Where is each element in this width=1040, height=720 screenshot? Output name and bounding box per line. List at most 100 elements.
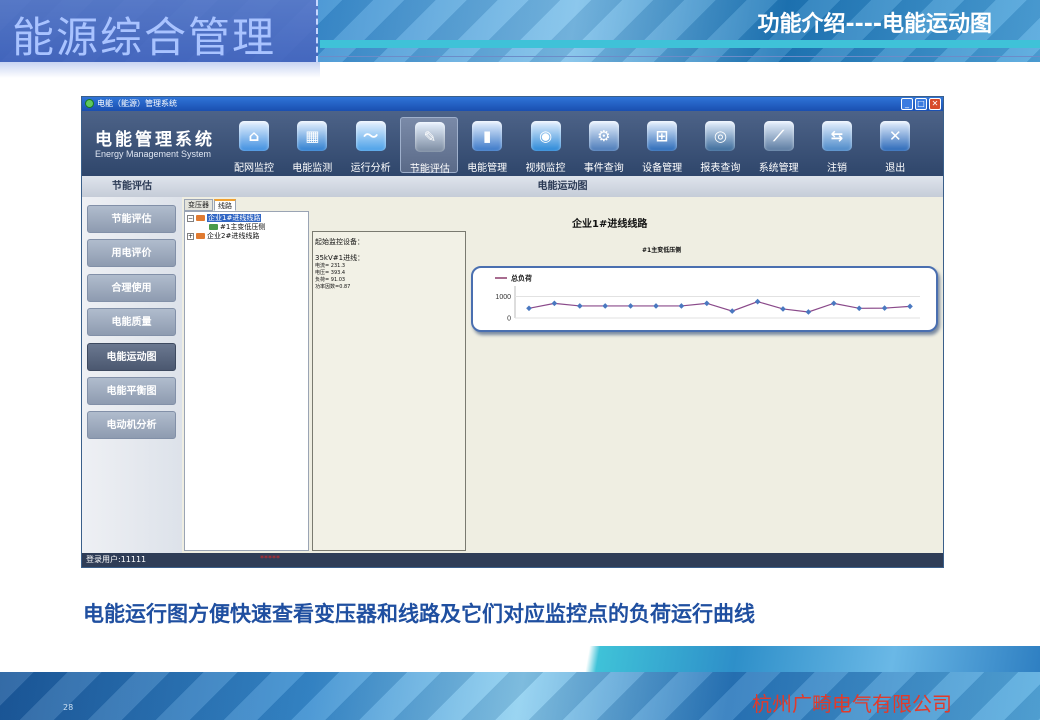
slide: 能源综合管理 功能介绍----电能运动图 电能（能源）管理系统 _ □ ✕ 电能… — [0, 0, 1040, 720]
tree-expander-icon[interactable]: − — [187, 214, 194, 222]
nav-label: 配网监控 — [234, 163, 274, 174]
tree-node-label: #1主变低压侧 — [220, 223, 266, 231]
info-device: 35kV#1进线： — [315, 254, 365, 262]
nav-item-device[interactable]: ⊞ 设备管理 — [633, 117, 691, 174]
report-icon: ◎ — [705, 121, 736, 151]
data-point — [576, 303, 583, 309]
exit-icon: ✕ — [880, 121, 911, 151]
data-point — [907, 303, 913, 310]
data-point — [551, 300, 558, 307]
battery-icon: ▮ — [472, 121, 503, 151]
nav-label: 设备管理 — [642, 163, 683, 174]
tree-node[interactable]: + 企业2#进线线路 — [187, 231, 259, 241]
info-power-factor: 功率因数=0.87 — [315, 284, 351, 290]
sidebar-item[interactable]: 节能评估 — [87, 205, 176, 233]
minimize-button[interactable]: _ — [901, 98, 913, 110]
legend-label: 总负荷 — [511, 274, 532, 283]
load-chart-svg: 0 1000 总负荷 — [495, 274, 920, 323]
data-point — [881, 305, 888, 311]
tree-expander-icon[interactable]: + — [187, 232, 194, 240]
data-point — [526, 305, 532, 312]
brand-name: 电能管理系统 — [95, 130, 215, 150]
nav-item-report[interactable]: ◎ 报表查询 — [691, 117, 749, 174]
nav-item-logout[interactable]: ⇆ 注销 — [808, 117, 866, 174]
nav-label: 注销 — [827, 163, 847, 174]
line-icon — [196, 215, 205, 221]
nav-label: 退出 — [885, 163, 906, 174]
data-point — [602, 303, 609, 309]
content-area: 变压器 线路 − 企业1#进线线路 #1主变低压侧 + 企业2#进线线路 起始监控设备：… — [182, 197, 943, 553]
slide-title: 能源综合管理 — [12, 13, 277, 62]
sidebar: 节能评估用电评价合理使用电能质量电能运动图电能平衡图电动机分析 — [82, 197, 182, 553]
nav-label: 运行分析 — [350, 163, 391, 174]
line-icon — [196, 233, 205, 239]
slide-caption: 电能运行图方便快速查看变压器和线路及它们对应监控点的负荷运行曲线 — [83, 602, 755, 626]
sidebar-item[interactable]: 电动机分析 — [87, 411, 176, 440]
sidebar-item[interactable]: 电能平衡图 — [87, 377, 176, 405]
status-user: 登录用户:11111 — [86, 555, 147, 564]
nav-item-clipboard[interactable]: ✎ 节能评估 — [399, 117, 458, 175]
logout-icon: ⇆ — [822, 121, 852, 151]
data-point — [780, 306, 786, 312]
status-alert: ***** — [260, 554, 280, 563]
nav-item-home[interactable]: ⌂ 配网监控 — [225, 117, 283, 174]
top-line — [320, 56, 1040, 57]
nav-label: 报表查询 — [700, 163, 741, 174]
nav-item-battery[interactable]: ▮ 电能管理 — [458, 117, 516, 174]
app-header: 电能管理系统 Energy Management System ⌂ 配网监控 ▦ 电能… — [82, 111, 943, 176]
nav-item-search-event[interactable]: ⚙ 事件查询 — [575, 117, 633, 174]
device-icon: ⊞ — [647, 121, 678, 151]
monitor-icon: ▦ — [297, 121, 328, 151]
nav-label: 视频监控 — [525, 163, 566, 174]
sidebar-item[interactable]: 合理使用 — [87, 273, 176, 302]
title-block: 能源综合管理 — [0, 0, 318, 62]
camera-icon: ◉ — [530, 121, 561, 151]
home-icon: ⌂ — [239, 121, 269, 151]
tree-node-label: 企业2#进线线路 — [207, 232, 260, 240]
data-point — [856, 305, 863, 312]
search-event-icon: ⚙ — [588, 121, 619, 151]
section-title: 功能介绍----电能运动图 — [757, 12, 992, 37]
page-number: 28 — [63, 703, 74, 712]
data-point — [678, 303, 685, 309]
data-point — [729, 308, 736, 314]
nav-item-camera[interactable]: ◉ 视频监控 — [517, 117, 575, 174]
nav-item-exit[interactable]: ✕ 退出 — [866, 117, 924, 174]
chart-subtitle: #1主变低压侧 — [642, 247, 682, 254]
nav-label: 电能监测 — [292, 163, 333, 174]
line-chart-icon: 〜 — [355, 121, 386, 151]
data-point — [754, 298, 761, 305]
left-rule — [0, 62, 320, 78]
sidebar-item[interactable]: 用电评价 — [87, 239, 176, 268]
tree-node-label: 企业1#进线线路 — [207, 214, 262, 222]
nav-label: 节能评估 — [409, 164, 450, 175]
sidebar-item[interactable]: 电能质量 — [87, 308, 176, 337]
series-line — [528, 300, 911, 313]
tools-icon: ⟋ — [763, 121, 794, 151]
transformer-icon — [209, 224, 218, 230]
tab-transformer[interactable]: 变压器 — [184, 199, 213, 211]
load-chart: 0 1000 总负荷 — [471, 266, 938, 332]
status-bar: 登录用户:11111 ***** — [82, 553, 943, 567]
brand-subtitle: Energy Management System — [95, 149, 212, 159]
chart-title: 企业1#进线线路 — [572, 219, 648, 230]
close-button[interactable]: ✕ — [929, 98, 941, 110]
nav-item-line-chart[interactable]: 〜运行分析 — [342, 117, 400, 174]
window-titlebar[interactable]: 电能（能源）管理系统 _ □ ✕ — [82, 97, 943, 111]
nav-item-tools[interactable]: ⟋ 系统管理 — [750, 117, 808, 174]
app-window: 电能（能源）管理系统 _ □ ✕ 电能管理系统 Energy Managemen… — [81, 96, 944, 568]
sidebar-header: 节能评估 — [82, 176, 182, 197]
tab-line[interactable]: 线路 — [214, 199, 236, 211]
y-tick-label: 1000 — [495, 294, 511, 301]
maximize-button[interactable]: □ — [915, 98, 927, 110]
clipboard-icon: ✎ — [414, 122, 445, 152]
nav-item-monitor[interactable]: ▦ 电能监测 — [283, 117, 341, 174]
window-title: 电能（能源）管理系统 — [97, 99, 177, 108]
nav-label: 系统管理 — [758, 163, 799, 174]
app-icon — [85, 99, 94, 108]
sidebar-item[interactable]: 电能运动图 — [87, 342, 176, 371]
data-point — [830, 300, 837, 307]
nav-label: 电能管理 — [467, 163, 508, 174]
data-point — [653, 303, 659, 309]
data-point — [627, 303, 634, 309]
